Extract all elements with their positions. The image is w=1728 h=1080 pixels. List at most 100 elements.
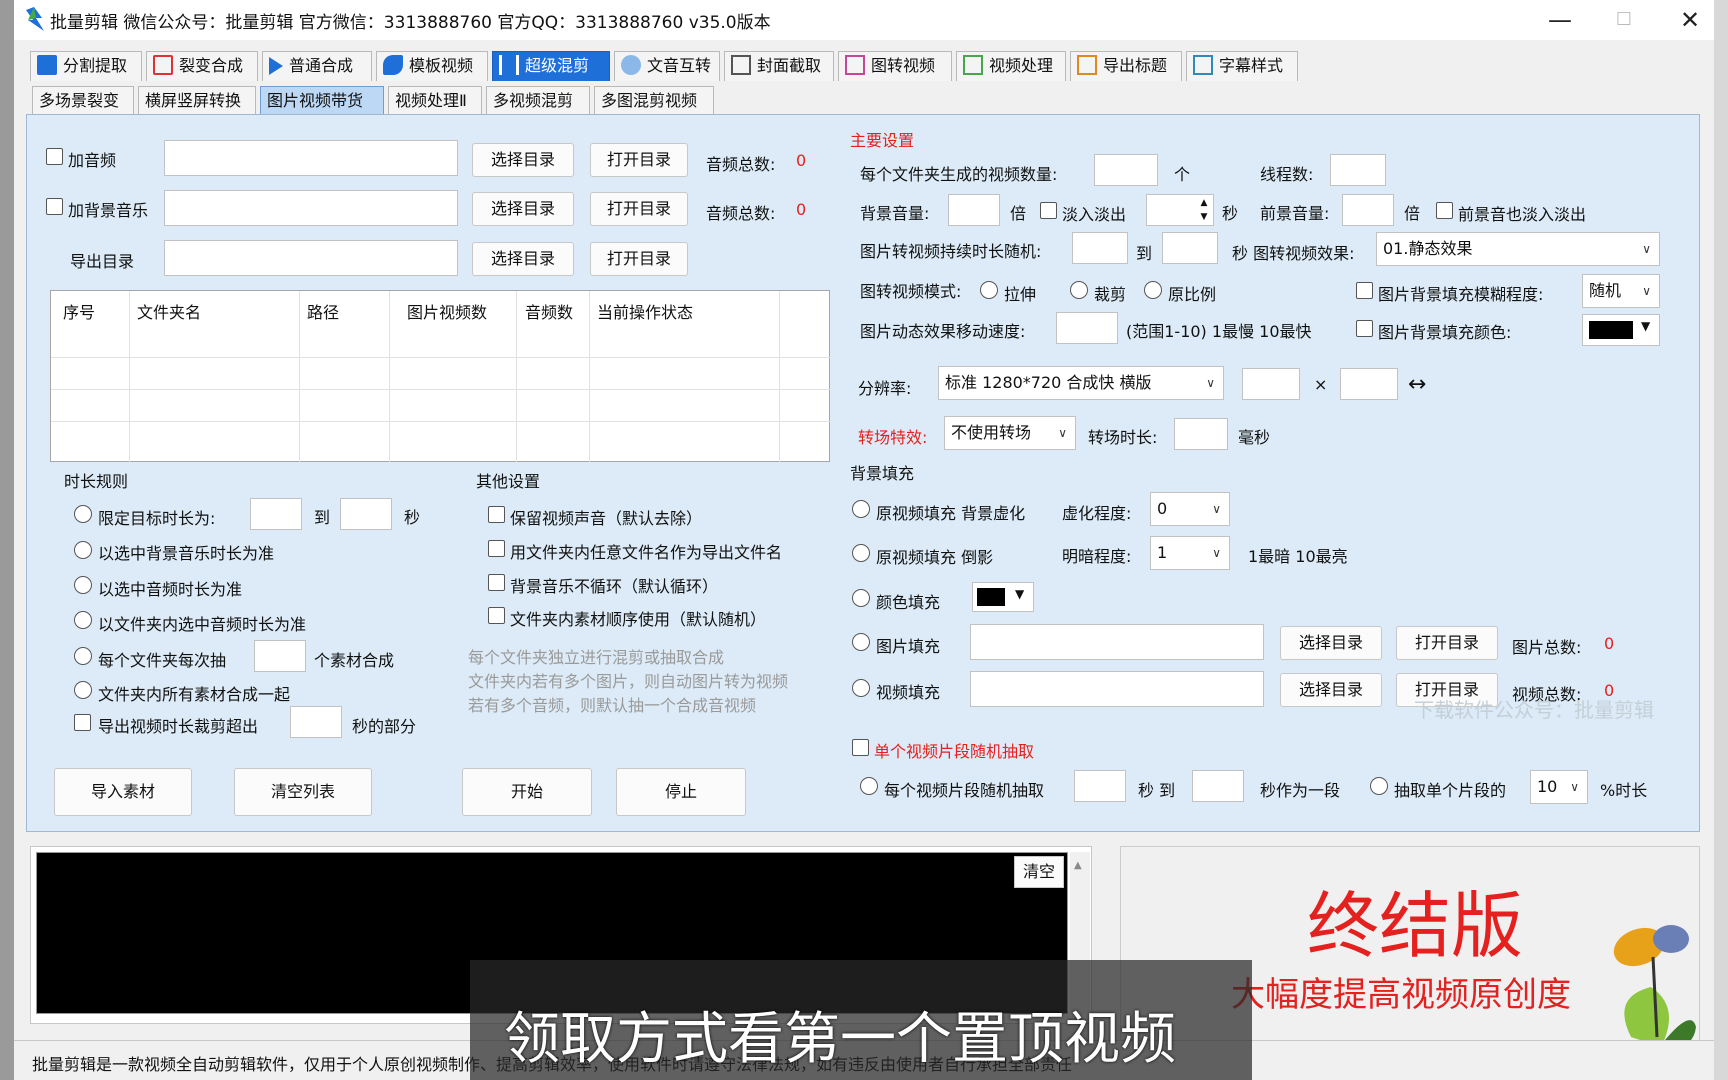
export-select-dir-button[interactable]: 选择目录 (472, 242, 574, 276)
bgm-select-dir-button[interactable]: 选择目录 (472, 192, 574, 226)
img-duration-from-input[interactable] (1072, 232, 1128, 264)
subtab-multi-image-mix[interactable]: 多图混剪视频 (594, 86, 714, 115)
speed-input[interactable] (1056, 312, 1118, 344)
height-input[interactable] (1340, 368, 1398, 400)
tab-template-video[interactable]: 模板视频 (376, 51, 488, 81)
export-dir-input[interactable] (164, 240, 458, 276)
original-ratio-radio[interactable] (1144, 281, 1162, 299)
clear-list-button[interactable]: 清空列表 (234, 768, 372, 816)
video-fill-select-dir-button[interactable]: 选择目录 (1280, 673, 1382, 707)
width-input[interactable] (1242, 368, 1300, 400)
trim-input[interactable] (290, 706, 342, 738)
audio-path-input[interactable] (164, 140, 458, 176)
stop-button[interactable]: 停止 (616, 768, 746, 816)
limit-from-input[interactable] (250, 498, 302, 530)
tab-cover-capture[interactable]: 封面截取 (724, 51, 834, 81)
image-fill-select-dir-button[interactable]: 选择目录 (1280, 626, 1382, 660)
materials-count-input[interactable] (254, 640, 306, 672)
minimize-button[interactable]: — (1530, 4, 1590, 36)
tab-subtitle-style[interactable]: 字幕样式 (1186, 51, 1298, 81)
bg-color-label: 图片背景填充颜色: (1378, 323, 1512, 342)
orig-blur-radio[interactable] (852, 500, 870, 518)
keep-sound-checkbox[interactable] (488, 506, 505, 523)
start-button[interactable]: 开始 (462, 768, 592, 816)
order-checkbox[interactable] (488, 607, 505, 624)
tab-split-extract[interactable]: 分割提取 (30, 51, 142, 81)
bg-color-checkbox[interactable] (1356, 320, 1373, 337)
tab-normal-merge[interactable]: 普通合成 (262, 51, 372, 81)
scroll-up-icon[interactable]: ▲ (1074, 860, 1082, 871)
limit-to-input[interactable] (340, 498, 392, 530)
fade-spinner-icon[interactable]: ▲ ▼ (1196, 196, 1212, 224)
audio-select-dir-button[interactable]: 选择目录 (472, 143, 574, 177)
subtab-multi-video-mix[interactable]: 多视频混剪 (486, 86, 590, 115)
add-bgm-checkbox[interactable] (46, 198, 63, 215)
close-button[interactable]: ✕ (1660, 4, 1720, 36)
each-random-radio[interactable] (860, 777, 878, 795)
image-fill-path-input[interactable] (970, 624, 1264, 660)
percent-select[interactable]: 10 ∨ (1530, 770, 1588, 804)
img-effect-value: 01.静态效果 (1383, 239, 1473, 258)
audio-duration-radio[interactable] (74, 576, 92, 594)
bgm-path-input[interactable] (164, 190, 458, 226)
blur-checkbox[interactable] (1356, 282, 1373, 299)
limit-duration-radio[interactable] (74, 505, 92, 523)
brightness-select[interactable]: 1 ∨ (1150, 536, 1230, 570)
tab-text-audio[interactable]: 文音互转 (614, 51, 720, 81)
each-folder-radio[interactable] (74, 647, 92, 665)
segment-from-input[interactable] (1074, 770, 1126, 802)
crop-radio[interactable] (1070, 281, 1088, 299)
image-fill-open-dir-button[interactable]: 打开目录 (1396, 626, 1498, 660)
folder-audio-duration-radio[interactable] (74, 611, 92, 629)
swap-icon[interactable]: ↔ (1408, 372, 1426, 397)
import-materials-button[interactable]: 导入素材 (54, 768, 192, 816)
tab-fission[interactable]: 裂变合成 (146, 51, 258, 81)
bgm-open-dir-button[interactable]: 打开目录 (590, 192, 688, 226)
subtab-orientation[interactable]: 横屏竖屏转换 (138, 86, 256, 115)
bgm-duration-radio[interactable] (74, 541, 92, 559)
fg-volume-input[interactable] (1342, 194, 1394, 226)
maximize-button[interactable]: ☐ (1594, 4, 1654, 36)
bg-volume-input[interactable] (948, 194, 1000, 226)
transition-select[interactable]: 不使用转场 ∨ (944, 416, 1076, 450)
orig-reflect-radio[interactable] (852, 544, 870, 562)
tab-super-mix[interactable]: 超级混剪 (492, 51, 610, 81)
tab-video-process[interactable]: 视频处理 (956, 51, 1066, 81)
img-duration-to-input[interactable] (1162, 232, 1218, 264)
trim-checkbox[interactable] (74, 714, 91, 731)
extract-radio[interactable] (1370, 777, 1388, 795)
subtab-image-video-commerce[interactable]: 图片视频带货 (260, 86, 384, 115)
audio-open-dir-button[interactable]: 打开目录 (590, 143, 688, 177)
threads-input[interactable] (1330, 154, 1386, 186)
fade-checkbox[interactable] (1040, 202, 1057, 219)
blur-degree-select[interactable]: 0 ∨ (1150, 492, 1230, 526)
subtab-multi-scene[interactable]: 多场景裂变 (32, 86, 134, 115)
blur-select[interactable]: 随机 ∨ (1582, 274, 1660, 308)
fill-color-picker[interactable]: ▼ (972, 582, 1034, 612)
bgm-noloop-checkbox[interactable] (488, 574, 505, 591)
subtab-video-process-2[interactable]: 视频处理Ⅱ (388, 86, 482, 115)
transition-length-input[interactable] (1174, 418, 1228, 450)
bg-color-picker[interactable]: ▼ (1582, 314, 1660, 346)
resolution-select[interactable]: 标准 1280*720 合成快 横版 ∨ (938, 366, 1224, 400)
color-fill-radio[interactable] (852, 589, 870, 607)
segment-random-checkbox[interactable] (852, 739, 869, 756)
segment-to-input[interactable] (1192, 770, 1244, 802)
video-fill-radio[interactable] (852, 679, 870, 697)
tab-export-title[interactable]: 导出标题 (1070, 51, 1182, 81)
video-fill-path-input[interactable] (970, 671, 1264, 707)
tab-image-to-video[interactable]: 图转视频 (838, 51, 952, 81)
stretch-radio[interactable] (980, 281, 998, 299)
per-folder-input[interactable] (1094, 154, 1158, 186)
resolution-value: 标准 1280*720 合成快 横版 (945, 373, 1152, 392)
clear-log-button[interactable]: 清空 (1014, 856, 1064, 888)
fg-volume-label: 前景音量: (1260, 204, 1330, 223)
export-open-dir-button[interactable]: 打开目录 (590, 242, 688, 276)
img-effect-select[interactable]: 01.静态效果 ∨ (1376, 232, 1660, 266)
fg-fade-checkbox[interactable] (1436, 202, 1453, 219)
folder-table[interactable]: 序号 文件夹名 路径 图片视频数 音频数 当前操作状态 (50, 290, 831, 463)
add-audio-checkbox[interactable] (46, 148, 63, 165)
use-filename-checkbox[interactable] (488, 540, 505, 557)
image-fill-radio[interactable] (852, 633, 870, 651)
all-materials-radio[interactable] (74, 681, 92, 699)
